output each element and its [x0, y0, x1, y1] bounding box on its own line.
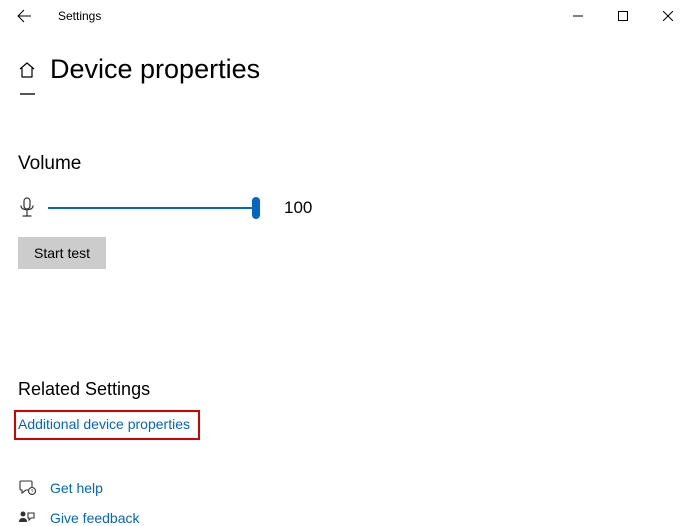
home-icon[interactable] — [18, 61, 36, 79]
volume-row: 100 — [18, 197, 672, 219]
start-test-button[interactable]: Start test — [18, 237, 106, 269]
page-title: Device properties — [50, 54, 260, 85]
back-button[interactable] — [8, 0, 40, 32]
related-settings-section: Related Settings Additional device prope… — [18, 379, 672, 440]
window-title: Settings — [58, 9, 101, 23]
give-feedback-label: Give feedback — [50, 510, 140, 526]
highlighted-link-box: Additional device properties — [14, 410, 200, 440]
volume-section: Volume 100 Start test — [18, 153, 672, 269]
header-underline — [20, 93, 35, 95]
volume-label: Volume — [18, 153, 672, 175]
page-header: Device properties — [18, 54, 672, 85]
window-controls — [555, 0, 690, 32]
volume-value: 100 — [284, 198, 312, 218]
maximize-button[interactable] — [600, 0, 645, 32]
slider-thumb[interactable] — [252, 197, 260, 219]
microphone-icon — [18, 197, 36, 219]
close-button[interactable] — [645, 0, 690, 32]
maximize-icon — [618, 11, 628, 21]
related-settings-heading: Related Settings — [18, 379, 672, 400]
get-help-label: Get help — [50, 480, 103, 496]
additional-device-properties-link[interactable]: Additional device properties — [18, 416, 190, 432]
minimize-icon — [573, 11, 583, 21]
minimize-button[interactable] — [555, 0, 600, 32]
help-icon: ? — [18, 480, 36, 496]
close-icon — [663, 11, 673, 21]
content-area: Device properties Volume 100 Start test … — [0, 54, 690, 526]
slider-track — [48, 207, 258, 209]
back-arrow-icon — [16, 8, 32, 24]
svg-text:?: ? — [31, 489, 34, 495]
give-feedback-link[interactable]: Give feedback — [18, 510, 672, 526]
footer-links: ? Get help Give feedback — [18, 480, 672, 526]
get-help-link[interactable]: ? Get help — [18, 480, 672, 496]
feedback-icon — [18, 510, 36, 526]
title-bar: Settings — [0, 0, 690, 32]
volume-slider[interactable] — [48, 198, 258, 218]
